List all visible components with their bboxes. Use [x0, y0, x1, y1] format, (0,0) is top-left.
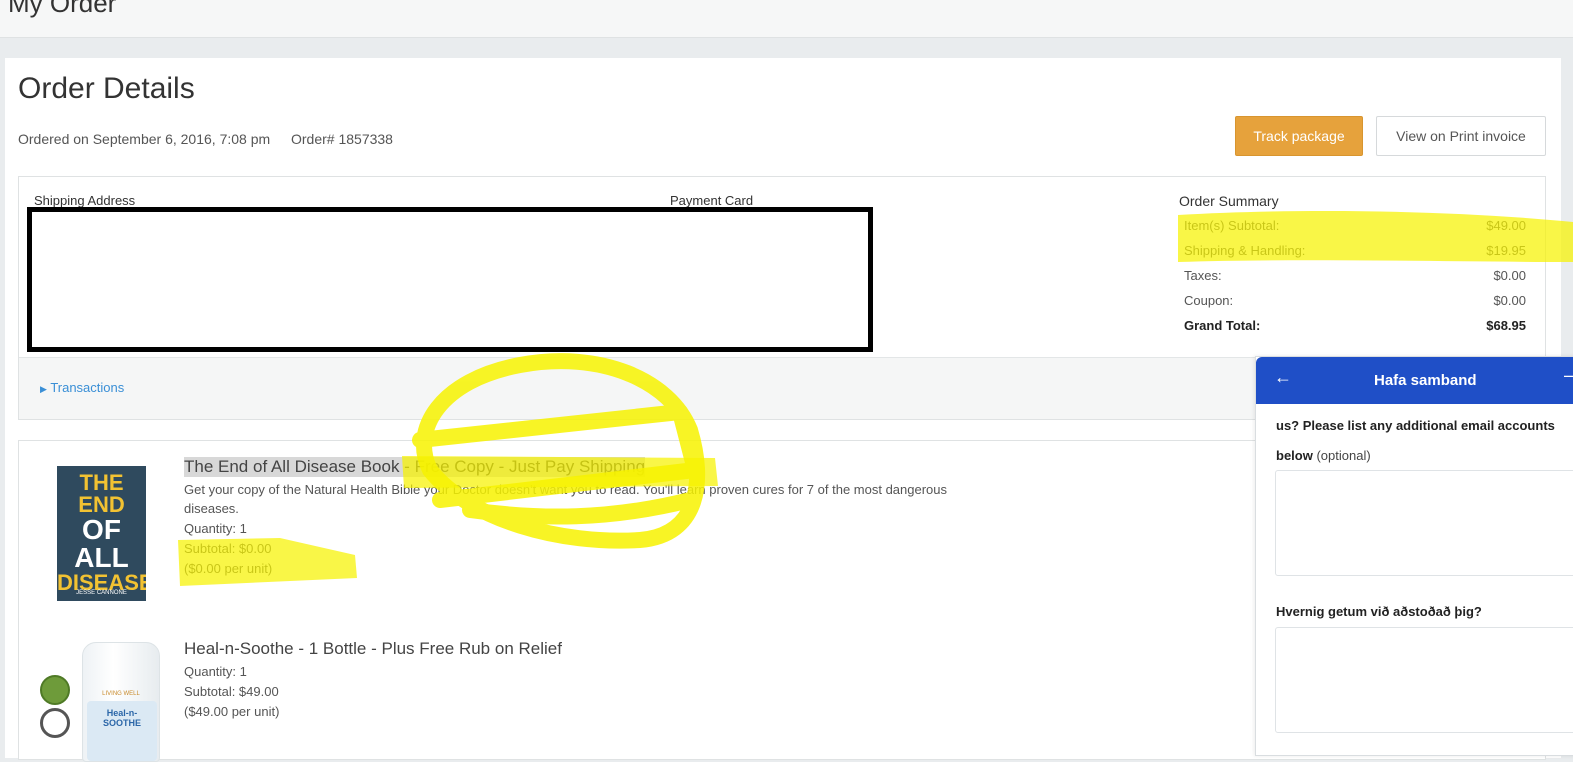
item-subtotal: Subtotal: $49.00: [184, 684, 279, 699]
order-details-title: Order Details: [18, 72, 195, 105]
summary-row-subtotal: Item(s) Subtotal: $49.00: [1184, 218, 1526, 233]
back-arrow-icon[interactable]: ←: [1274, 367, 1292, 388]
print-invoice-button[interactable]: View on Print invoice: [1376, 116, 1546, 156]
bottle-image: LIVING WELL Heal-n- SOOTHE: [82, 642, 160, 762]
summary-label: Grand Total:: [1184, 318, 1261, 333]
item-subtotal: Subtotal: $0.00: [184, 541, 272, 556]
summary-value: $0.00: [1493, 268, 1526, 283]
cover-line: THE END: [78, 470, 125, 517]
transactions-toggle[interactable]: ▶ Transactions: [40, 380, 124, 395]
gmp-badge-icon: [40, 708, 70, 738]
cover-author: JESSE CANNONE: [76, 590, 127, 596]
summary-label: Coupon:: [1184, 293, 1234, 308]
top-bar: My Order: [0, 0, 1573, 38]
item-title: The End of All Disease Book - Free Copy …: [184, 457, 646, 477]
summary-label: Taxes:: [1184, 268, 1222, 283]
book-cover-image: THE END OF ALL DISEASE JESSE CANNONE: [57, 466, 146, 601]
summary-label: Item(s) Subtotal:: [1184, 218, 1280, 233]
minimize-icon[interactable]: —: [1564, 365, 1573, 386]
order-date: Ordered on September 6, 2016, 7:08 pm: [18, 131, 271, 147]
chat-title: Hafa samband: [1374, 372, 1477, 389]
message-field[interactable]: [1275, 627, 1573, 733]
redacted-box: [27, 207, 873, 352]
summary-row-coupon: Coupon: $0.00: [1184, 293, 1526, 308]
summary-row-grand-total: Grand Total: $68.95: [1184, 318, 1526, 333]
chat-question-label: Hvernig getum við aðstoðað þig?: [1276, 604, 1482, 619]
summary-row-shipping: Shipping & Handling: $19.95: [1184, 243, 1526, 258]
item-description: Get your copy of the Natural Health Bibl…: [184, 482, 948, 497]
summary-value: $0.00: [1493, 293, 1526, 308]
track-package-button[interactable]: Track package: [1235, 116, 1363, 156]
shipping-address-label: Shipping Address: [34, 193, 136, 208]
chat-prompt-line: below (optional): [1276, 448, 1371, 463]
bottle-label: Heal-n- SOOTHE: [87, 701, 157, 761]
summary-row-taxes: Taxes: $0.00: [1184, 268, 1526, 283]
payment-card-label: Payment Card: [670, 193, 754, 208]
chat-prompt-bold: below: [1276, 448, 1313, 463]
chat-widget: ← Hafa samband — us? Please list any add…: [1255, 356, 1573, 756]
bottle-label-line: SOOTHE: [102, 717, 141, 728]
summary-value: $19.95: [1486, 243, 1526, 258]
item-per-unit: ($0.00 per unit): [184, 561, 273, 576]
chat-prompt-line: us? Please list any additional email acc…: [1276, 418, 1555, 433]
item-description: diseases.: [184, 501, 239, 516]
summary-value: $49.00: [1486, 218, 1526, 233]
chat-prompt-optional: (optional): [1316, 448, 1371, 463]
page-title: My Order: [8, 0, 117, 18]
item-title: Heal-n-Soothe - 1 Bottle - Plus Free Rub…: [184, 639, 562, 658]
caret-right-icon: ▶: [40, 384, 47, 394]
summary-label: Shipping & Handling:: [1184, 243, 1306, 258]
summary-value: $68.95: [1486, 318, 1526, 333]
bottle-brand: LIVING WELL: [102, 691, 140, 697]
order-number: Order# 1857338: [291, 131, 393, 147]
chat-header: ← Hafa samband —: [1256, 357, 1573, 404]
order-summary-label: Order Summary: [1179, 193, 1279, 209]
item-per-unit: ($49.00 per unit): [184, 704, 280, 719]
cover-line: OF ALL: [74, 514, 129, 573]
item-quantity: Quantity: 1: [184, 664, 247, 679]
transactions-label: Transactions: [50, 380, 125, 395]
seal-badge-icon: [40, 675, 70, 705]
item-quantity: Quantity: 1: [184, 521, 247, 536]
email-accounts-field[interactable]: [1275, 470, 1573, 576]
